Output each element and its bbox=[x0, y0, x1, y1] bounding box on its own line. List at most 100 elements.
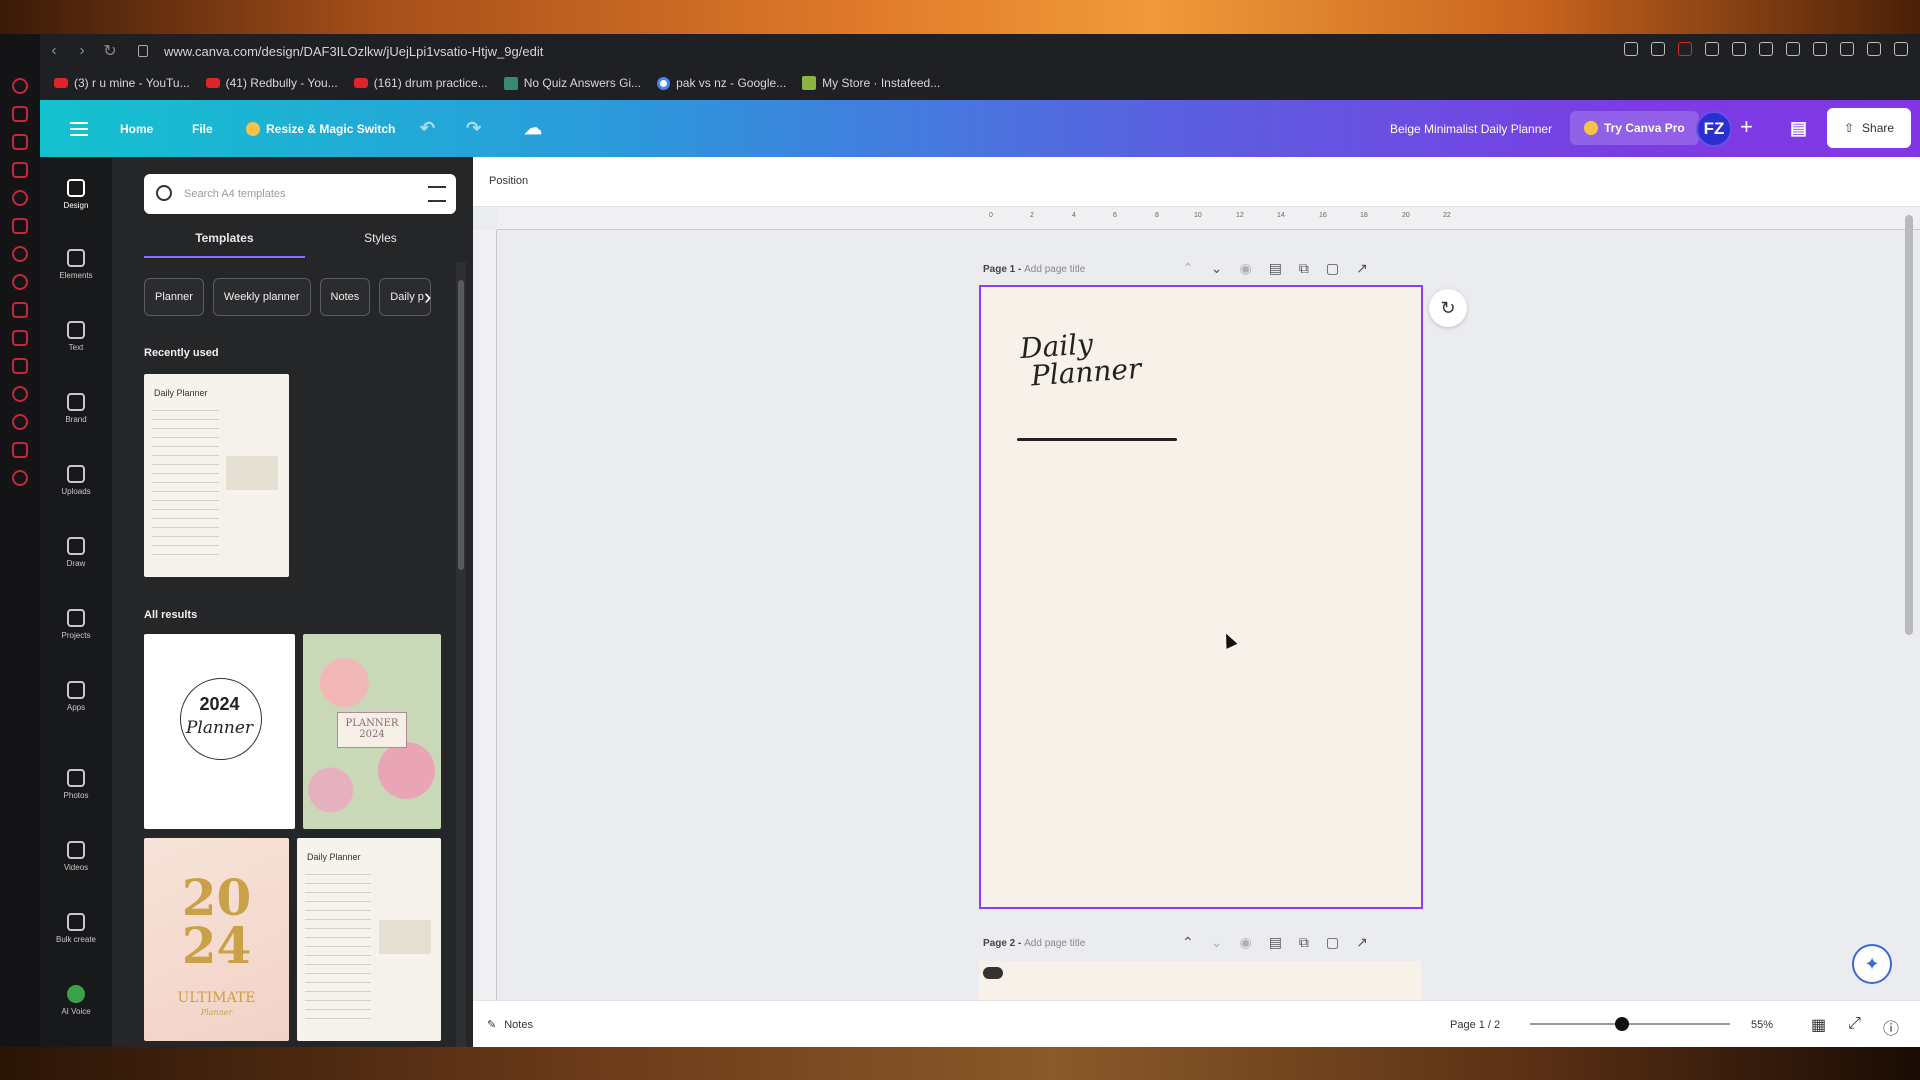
app-icon[interactable] bbox=[12, 470, 28, 486]
page-2[interactable] bbox=[979, 961, 1421, 1001]
tab-templates[interactable]: Templates bbox=[144, 228, 305, 258]
bookmark[interactable]: (3) r u mine - YouTu... bbox=[54, 76, 190, 90]
page-2-label[interactable]: Page 2 - Add page title bbox=[983, 938, 1085, 949]
app-icon[interactable] bbox=[12, 134, 28, 150]
download-icon[interactable] bbox=[1840, 42, 1854, 56]
notes-button[interactable]: ✎ Notes bbox=[487, 1018, 533, 1032]
refresh-icon[interactable]: ↻ bbox=[1429, 289, 1467, 327]
filter-icon[interactable] bbox=[428, 186, 446, 202]
back-icon[interactable]: ‹ bbox=[40, 42, 68, 60]
search-input[interactable]: Search A4 templates bbox=[144, 174, 456, 214]
app-icon[interactable] bbox=[12, 78, 28, 94]
app-icon[interactable] bbox=[12, 414, 28, 430]
formula-icon[interactable] bbox=[1786, 42, 1800, 56]
chevron-down-icon[interactable]: ⌄ bbox=[1211, 934, 1223, 951]
rail-item-ai-voice[interactable]: AI Voice bbox=[40, 985, 112, 1016]
template-thumbnail[interactable]: 20 24 ULTIMATE Planner bbox=[144, 838, 289, 1041]
chip-weekly-planner[interactable]: Weekly planner bbox=[212, 278, 311, 316]
page-title-placeholder[interactable]: Add page title bbox=[1024, 264, 1085, 275]
add-page-icon[interactable]: ↗ bbox=[1356, 934, 1368, 951]
add-person-button[interactable]: + bbox=[1740, 114, 1753, 140]
rail-item-uploads[interactable]: Uploads bbox=[40, 465, 112, 496]
duplicate-icon[interactable]: ⧉ bbox=[1299, 934, 1309, 951]
cloud-saved-icon[interactable]: ☁ bbox=[524, 100, 542, 157]
app-icon[interactable] bbox=[12, 302, 28, 318]
rail-item-projects[interactable]: Projects bbox=[40, 609, 112, 640]
scroll-thumb[interactable] bbox=[458, 280, 464, 570]
position-button[interactable]: Position bbox=[489, 175, 528, 187]
rail-item-bulk-create[interactable]: Bulk create bbox=[40, 913, 112, 944]
rail-item-videos[interactable]: Videos bbox=[40, 841, 112, 872]
bookmark[interactable]: pak vs nz - Google... bbox=[657, 76, 786, 90]
rail-item-draw[interactable]: Draw bbox=[40, 537, 112, 568]
tab-styles[interactable]: Styles bbox=[305, 228, 456, 258]
send-icon[interactable] bbox=[1705, 42, 1719, 56]
design-title[interactable]: Beige Minimalist Daily Planner bbox=[1390, 100, 1552, 157]
app-icon[interactable] bbox=[12, 246, 28, 262]
page-1[interactable]: Daily Planner bbox=[979, 285, 1423, 909]
rail-item-text[interactable]: Text bbox=[40, 321, 112, 352]
template-thumbnail[interactable]: 2024 Planner bbox=[144, 634, 295, 829]
share-page-icon[interactable] bbox=[1624, 42, 1638, 56]
trash-icon[interactable]: ▢ bbox=[1326, 260, 1339, 277]
design-title-text[interactable]: Daily Planner bbox=[1019, 327, 1142, 392]
bookmark[interactable]: My Store · Instafeed... bbox=[802, 76, 940, 90]
app-icon[interactable] bbox=[12, 358, 28, 374]
add-page-icon[interactable]: ↗ bbox=[1356, 260, 1368, 277]
home-button[interactable]: Home bbox=[120, 100, 153, 157]
bookmark[interactable]: (161) drum practice... bbox=[353, 76, 488, 90]
help-icon[interactable]: ⓘ bbox=[1883, 1015, 1899, 1039]
file-button[interactable]: File bbox=[192, 100, 213, 157]
app-icon[interactable] bbox=[12, 330, 28, 346]
extension-icon[interactable] bbox=[1759, 42, 1773, 56]
cube-icon[interactable] bbox=[1813, 42, 1827, 56]
hide-icon[interactable]: ◉ bbox=[1239, 934, 1251, 951]
canvas-scrollbar[interactable] bbox=[1905, 215, 1913, 635]
chip-planner[interactable]: Planner bbox=[144, 278, 204, 316]
app-icon[interactable] bbox=[12, 442, 28, 458]
lock-icon[interactable]: ▤ bbox=[1269, 260, 1282, 277]
lock-icon[interactable]: ▤ bbox=[1269, 934, 1282, 951]
rail-item-photos[interactable]: Photos bbox=[40, 769, 112, 800]
app-icon[interactable] bbox=[12, 274, 28, 290]
page-counter[interactable]: Page 1 / 2 bbox=[1450, 1019, 1500, 1031]
fullscreen-icon[interactable]: ⤢ bbox=[1848, 1015, 1861, 1039]
hide-icon[interactable]: ◉ bbox=[1239, 260, 1251, 277]
forward-icon[interactable]: › bbox=[68, 42, 96, 60]
undo-icon[interactable]: ↶ bbox=[420, 100, 435, 157]
template-thumbnail[interactable]: Daily Planner bbox=[297, 838, 441, 1041]
chip-notes[interactable]: Notes bbox=[319, 278, 371, 316]
heart-icon[interactable] bbox=[1732, 42, 1746, 56]
app-icon[interactable] bbox=[12, 106, 28, 122]
template-thumbnail[interactable]: Daily Planner bbox=[144, 374, 289, 577]
menu-icon[interactable] bbox=[1867, 42, 1881, 56]
app-icon[interactable] bbox=[12, 218, 28, 234]
duplicate-icon[interactable]: ⧉ bbox=[1299, 260, 1309, 277]
page-1-label[interactable]: Page 1 - Add page title bbox=[983, 264, 1085, 275]
rail-item-apps[interactable]: Apps bbox=[40, 681, 112, 712]
chevron-up-icon[interactable]: ⌃ bbox=[1182, 260, 1194, 277]
bookmark[interactable]: (41) Redbully - You... bbox=[205, 76, 338, 90]
profile-icon[interactable] bbox=[1894, 42, 1908, 56]
app-icon[interactable] bbox=[12, 190, 28, 206]
redo-icon[interactable]: ↷ bbox=[466, 100, 481, 157]
trash-icon[interactable]: ▢ bbox=[1326, 934, 1339, 951]
panel-scrollbar[interactable] bbox=[456, 262, 466, 1047]
bookmark[interactable]: No Quiz Answers Gi... bbox=[503, 76, 641, 90]
zoom-value[interactable]: 55% bbox=[1751, 1019, 1773, 1031]
camera-icon[interactable] bbox=[1651, 42, 1665, 56]
reload-icon[interactable]: ↻ bbox=[96, 41, 124, 61]
resize-button[interactable]: Resize & Magic Switch bbox=[246, 100, 395, 157]
url-text[interactable]: www.canva.com/design/DAF3ILOzlkw/jUejLpi… bbox=[164, 44, 543, 59]
grid-view-icon[interactable]: ▦ bbox=[1811, 1015, 1826, 1039]
app-icon[interactable] bbox=[12, 386, 28, 402]
shield-icon[interactable] bbox=[1678, 42, 1692, 56]
menu-button[interactable] bbox=[70, 100, 88, 157]
rail-item-elements[interactable]: Elements bbox=[40, 249, 112, 280]
insights-icon[interactable]: ▤ bbox=[1790, 100, 1807, 157]
magic-sparkle-icon[interactable]: ✦ bbox=[1852, 944, 1892, 984]
zoom-slider-handle[interactable] bbox=[1615, 1017, 1629, 1031]
page-title-placeholder[interactable]: Add page title bbox=[1024, 938, 1085, 949]
app-icon[interactable] bbox=[12, 162, 28, 178]
try-pro-button[interactable]: Try Canva Pro bbox=[1570, 111, 1699, 145]
